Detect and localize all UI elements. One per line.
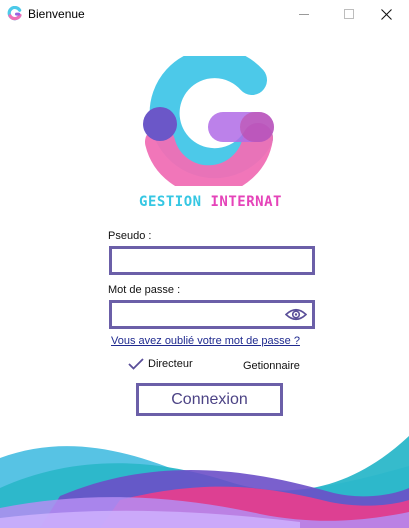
close-button[interactable] [364,0,409,28]
password-label: Mot de passe : [108,284,181,296]
brand-title: GESTION INTERNAT [0,194,409,210]
brand-word-internat: INTERNAT [210,194,282,210]
eye-icon[interactable] [285,307,307,322]
decorative-waves [0,436,409,528]
g-logo-icon [7,6,22,21]
forgot-password-link[interactable]: Vous avez oublié votre mot de passe ? [111,335,300,347]
role-option-directeur[interactable]: Directeur [128,358,193,370]
minimize-button[interactable] [281,0,326,28]
title-bar[interactable]: Bienvenue [0,0,409,28]
checkmark-icon [128,358,144,370]
password-input[interactable] [112,303,312,326]
brand-word-gestion: GESTION [139,194,202,210]
close-icon [381,8,392,20]
gestion-internat-logo [143,56,274,186]
minimize-icon [298,14,309,15]
password-field[interactable] [109,300,315,329]
maximize-icon [343,9,354,19]
pseudo-label: Pseudo : [108,230,152,242]
role-option-getionnaire[interactable]: Getionnaire [243,360,300,372]
pseudo-field[interactable] [109,246,315,275]
role-directeur-label: Directeur [148,358,193,370]
window-title: Bienvenue [28,7,85,21]
pseudo-input[interactable] [112,249,312,272]
role-getionnaire-label: Getionnaire [243,360,300,372]
